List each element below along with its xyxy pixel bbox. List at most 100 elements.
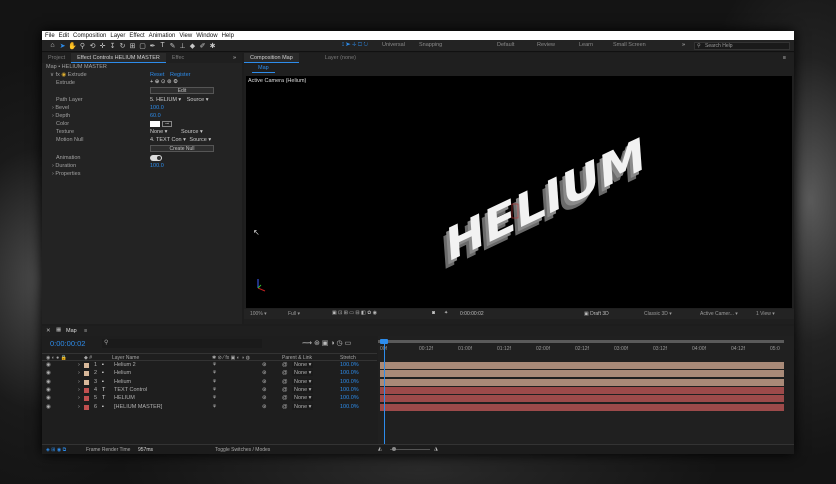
roto-tool-icon[interactable]: ✐ — [198, 41, 207, 50]
current-time-display[interactable]: 0:00:00:02 — [460, 311, 484, 317]
expand-arrow-icon[interactable]: › — [78, 379, 80, 385]
workspace-menu-icon[interactable]: » — [682, 42, 685, 48]
layer-name[interactable]: [HELIUM MASTER] — [114, 404, 162, 410]
stretch-value[interactable]: 100.0% — [340, 395, 359, 401]
properties-row[interactable]: › Properties — [52, 171, 80, 179]
workspace-default[interactable]: Default — [497, 42, 514, 48]
tab-effect-controls[interactable]: Effect Controls HELIUM MASTER — [71, 53, 166, 63]
pickwhip-icon[interactable]: @ — [282, 387, 288, 393]
layer-label-swatch[interactable] — [84, 379, 89, 385]
comp-viewer[interactable]: Active Camera (Helium) HELIUM HELIUM HEL… — [246, 76, 792, 308]
menu-help[interactable]: Help — [222, 33, 234, 39]
layer-row-1[interactable]: ◉ › 1 ▪ Helium 2 ⚘ ⊛ @ None ▾ 100.0% — [42, 362, 377, 370]
expand-arrow-icon[interactable]: › — [78, 387, 80, 393]
menu-file[interactable]: File — [45, 33, 55, 39]
work-area-bar[interactable] — [378, 340, 784, 343]
comp-subtab-map[interactable]: Map — [252, 64, 275, 73]
tab-layer-none[interactable]: Layer (none) — [319, 55, 362, 61]
layer-name[interactable]: TEXT Control — [114, 387, 147, 393]
camera-select[interactable]: Active Camer... ▾ — [700, 311, 738, 317]
layer-label-swatch[interactable] — [84, 363, 89, 368]
hand-tool-icon[interactable]: ✋ — [68, 41, 77, 50]
col-layer-name[interactable]: Layer Name — [112, 355, 139, 361]
depth-row[interactable]: › Depth — [52, 113, 70, 121]
eraser-tool-icon[interactable]: ◆ — [188, 41, 197, 50]
puppet-tool-icon[interactable]: ✱ — [208, 41, 217, 50]
duration-row[interactable]: › Duration — [52, 163, 76, 171]
layer-label-swatch[interactable] — [84, 387, 89, 393]
eye-icon[interactable]: ◉ — [46, 387, 51, 393]
stretch-value[interactable]: 100.0% — [340, 362, 359, 368]
timeline-switch-icons[interactable]: ⟿ ⊛ ▣ ◑ ◷ ▭ — [302, 339, 351, 347]
search-help-input[interactable]: ⚲ Search Help — [694, 42, 790, 50]
parent-select[interactable]: None ▾ — [292, 378, 314, 385]
tab-composition-map[interactable]: Composition Map — [244, 53, 299, 63]
eye-icon[interactable]: ◉ — [46, 362, 51, 368]
expand-arrow-icon[interactable]: › — [78, 404, 80, 410]
playhead-handle[interactable] — [380, 339, 388, 344]
motion-blur-icon[interactable]: ⊛ — [262, 370, 267, 376]
view-layout-select[interactable]: 1 View ▾ — [756, 311, 775, 317]
pen-tool-icon[interactable]: ✒ — [148, 41, 157, 50]
workspace-learn[interactable]: Learn — [579, 42, 593, 48]
eye-icon[interactable]: ◉ — [46, 395, 51, 401]
layer-duration-bar[interactable] — [380, 403, 784, 411]
parent-select[interactable]: None ▾ — [292, 403, 314, 410]
motion-null-select[interactable]: 4. TEXT Con ▾ Source ▾ — [150, 137, 211, 145]
viewer-option-icons[interactable]: ▣ ⊡ ⊞ ▭ ⊟ ◧ ✿ ◉ — [332, 310, 377, 316]
color-swatch[interactable] — [150, 121, 160, 127]
panel-overflow-icon[interactable]: » — [227, 55, 242, 61]
workspace-small-screen[interactable]: Small Screen — [613, 42, 646, 48]
timeline-menu-icon[interactable]: ≡ — [84, 328, 87, 334]
parent-select[interactable]: None ▾ — [292, 370, 314, 377]
stretch-value[interactable]: 100.0% — [340, 404, 359, 410]
resolution-select[interactable]: Full ▾ — [288, 311, 300, 317]
tab-project[interactable]: Project — [42, 55, 71, 61]
parent-select[interactable]: None ▾ — [292, 395, 314, 402]
motion-blur-icon[interactable]: ⊛ — [262, 395, 267, 401]
pickwhip-icon[interactable]: @ — [282, 379, 288, 385]
parent-select[interactable]: None ▾ — [292, 386, 314, 393]
motion-blur-icon[interactable]: ⊛ — [262, 379, 267, 385]
pickwhip-icon[interactable]: @ — [282, 362, 288, 368]
layer-name[interactable]: Helium — [114, 370, 131, 376]
draft-3d-toggle[interactable]: ▣ Draft 3D — [584, 311, 609, 317]
anchor-tool-icon[interactable]: ⊞ — [128, 41, 137, 50]
channel-icon[interactable]: ✦ — [444, 310, 448, 316]
home-icon[interactable]: ⌂ — [48, 41, 57, 50]
layer-row-5[interactable]: ◉ › 5 T HELIUM ⚘ ⊛ @ None ▾ 100.0% — [42, 395, 377, 403]
layer-duration-bar[interactable] — [380, 395, 784, 403]
motion-blur-icon[interactable]: ⊛ — [262, 404, 267, 410]
orbit-tool-icon[interactable]: ⟲ — [88, 41, 97, 50]
universal-label[interactable]: Universal — [382, 42, 405, 48]
selection-tool-icon[interactable]: ➤ — [58, 41, 67, 50]
menu-view[interactable]: View — [179, 33, 192, 39]
path-layer-select[interactable]: 5. HELIUM ▾ Source ▾ — [150, 97, 208, 105]
menu-window[interactable]: Window — [196, 33, 217, 39]
type-tool-icon[interactable]: T — [158, 41, 167, 50]
layer-duration-bar[interactable] — [380, 370, 784, 378]
layer-label-swatch[interactable] — [84, 371, 89, 377]
extrude-action-icons[interactable]: + ⊕ ⊙ ⊚ ⚙ — [150, 79, 178, 87]
expand-arrow-icon[interactable]: › — [78, 395, 80, 401]
zoom-in-icon[interactable]: ◮ — [434, 446, 438, 452]
col-parent[interactable]: Parent & Link — [282, 355, 312, 361]
shy-icon[interactable]: ⚘ — [212, 370, 217, 376]
current-time-indicator[interactable] — [384, 341, 385, 444]
duration-value[interactable]: 100.0 — [150, 163, 164, 171]
layer-label-swatch[interactable] — [84, 396, 89, 402]
layer-duration-bar[interactable] — [380, 378, 784, 386]
stretch-value[interactable]: 100.0% — [340, 379, 359, 385]
panel-menu-icon[interactable]: ≡ — [777, 55, 792, 61]
motion-blur-icon[interactable]: ⊛ — [262, 387, 267, 393]
stretch-value[interactable]: 100.0% — [340, 370, 359, 376]
shy-icon[interactable]: ⚘ — [212, 387, 217, 393]
snapping-label[interactable]: Snapping — [419, 42, 442, 48]
texture-select[interactable]: None ▾ Source ▾ — [150, 129, 203, 137]
shy-icon[interactable]: ⚘ — [212, 379, 217, 385]
menu-edit[interactable]: Edit — [59, 33, 69, 39]
zoom-out-icon[interactable]: ◭ — [378, 446, 382, 452]
toggle-switches-modes[interactable]: Toggle Switches / Modes — [215, 447, 270, 453]
zoom-select[interactable]: 100% ▾ — [250, 311, 267, 317]
col-stretch[interactable]: Stretch — [340, 355, 356, 361]
